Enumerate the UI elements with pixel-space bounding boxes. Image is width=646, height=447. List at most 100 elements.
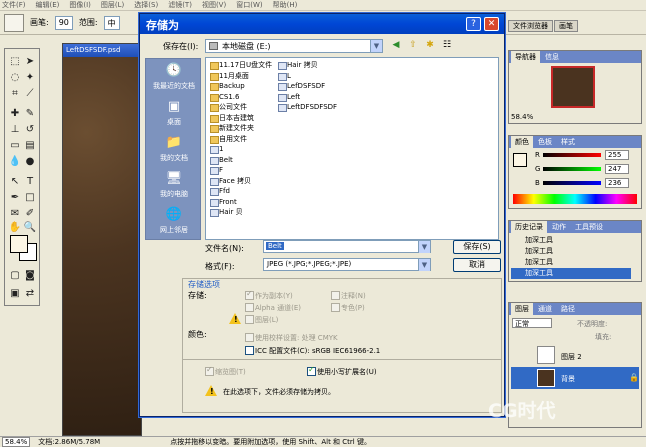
icc-profile-checkbox[interactable]: ICC 配置文件(C): sRGB IEC61966-2.1 xyxy=(245,346,380,356)
file-item[interactable]: LeftDFSDFSDF xyxy=(278,103,337,112)
hand-tool-icon[interactable]: ✋ xyxy=(8,221,22,235)
standard-mode-icon[interactable]: ▢ xyxy=(8,269,22,283)
file-item[interactable]: Ffd xyxy=(210,187,230,196)
history-item[interactable]: 加深工具 xyxy=(525,235,553,245)
file-item[interactable]: LefDSFSDF xyxy=(278,82,325,91)
file-item[interactable]: Hair 拷贝 xyxy=(278,61,318,70)
tab-layers[interactable]: 图层 xyxy=(511,303,533,315)
foreground-color-swatch[interactable] xyxy=(10,235,28,253)
help-button[interactable]: ? xyxy=(466,17,481,31)
save-button[interactable]: 保存(S) xyxy=(453,240,501,254)
layer-row-selected[interactable] xyxy=(511,367,639,389)
tab-tool-presets[interactable]: 工具预设 xyxy=(571,221,607,233)
lowercase-extension-checkbox[interactable]: 使用小写扩展名(U) xyxy=(307,365,377,377)
jump-to-imageready-icon[interactable]: ⇄ xyxy=(23,287,37,301)
color-ramp[interactable] xyxy=(513,194,637,204)
layers-checkbox[interactable]: 图层(L) xyxy=(245,315,278,325)
layer-name[interactable]: 背景 xyxy=(561,374,575,384)
navigator-zoom[interactable]: 58.4% xyxy=(511,113,533,121)
tool-preset-button[interactable] xyxy=(4,13,24,32)
dock-tab-brushes[interactable]: 画笔 xyxy=(554,20,578,32)
proof-setup-checkbox[interactable]: 使用校样设置: 处理 CMYK xyxy=(245,333,338,343)
chevron-down-icon[interactable]: ▼ xyxy=(418,241,430,253)
cancel-button[interactable]: 取消 xyxy=(453,258,501,272)
slice-tool-icon[interactable]: ⟋ xyxy=(23,87,37,101)
file-item[interactable]: Hair 贝 xyxy=(210,208,243,217)
folder-item[interactable]: 自用文件 xyxy=(210,135,247,144)
as-copy-checkbox[interactable]: 作为副本(Y) xyxy=(245,289,293,301)
folder-item[interactable]: 公司文件 xyxy=(210,103,247,112)
tab-color[interactable]: 颜色 xyxy=(511,136,533,148)
folder-item[interactable]: CS1.6 xyxy=(210,93,239,102)
brush-size-picker[interactable]: 90 xyxy=(54,15,73,30)
navigator-preview[interactable] xyxy=(551,66,595,108)
filename-input[interactable]: Belt ▼ xyxy=(263,240,431,253)
folder-item[interactable]: 新建文件夹 xyxy=(210,124,254,133)
brush-tool-icon[interactable]: ✎ xyxy=(23,107,37,121)
dock-tab-file-browser[interactable]: 文件浏览器 xyxy=(508,20,553,32)
view-menu-icon[interactable]: ☷ xyxy=(441,40,453,50)
back-icon[interactable]: ◀ xyxy=(390,40,402,50)
canvas-image[interactable] xyxy=(63,57,141,435)
shape-tool-icon[interactable]: □ xyxy=(23,191,37,205)
pen-tool-icon[interactable]: ✒ xyxy=(8,191,22,205)
file-item[interactable]: 1 xyxy=(210,145,223,154)
clone-stamp-icon[interactable]: ⊥ xyxy=(8,123,22,137)
file-item[interactable]: L xyxy=(278,72,291,81)
annotations-checkbox[interactable]: 注释(N) xyxy=(331,291,366,301)
menu-layer[interactable]: 图层(L) xyxy=(101,0,124,10)
marquee-tool-icon[interactable]: ⬚ xyxy=(8,55,22,69)
place-network[interactable]: 🌐 网上邻居 xyxy=(146,207,202,235)
r-slider[interactable] xyxy=(543,153,601,157)
b-slider[interactable] xyxy=(543,181,601,185)
alpha-channels-checkbox[interactable]: Alpha 通道(E) xyxy=(245,303,301,313)
new-folder-icon[interactable]: ✱ xyxy=(424,40,436,50)
format-select[interactable]: JPEG (*.JPG;*.JPEG;*.JPE) ▼ xyxy=(263,258,431,271)
layer-thumbnail[interactable] xyxy=(537,346,555,364)
menu-view[interactable]: 视图(V) xyxy=(202,0,226,10)
path-selection-icon[interactable]: ↖ xyxy=(8,175,22,189)
chevron-down-icon[interactable]: ▼ xyxy=(370,40,382,52)
zoom-field[interactable]: 58.4% xyxy=(2,437,31,447)
save-in-select[interactable]: 本地磁盘 (E:) ▼ xyxy=(205,39,383,53)
blend-mode-select[interactable]: 正常 xyxy=(512,318,552,328)
tab-history[interactable]: 历史记录 xyxy=(511,221,547,233)
tab-styles[interactable]: 样式 xyxy=(557,136,579,148)
menu-image[interactable]: 图像(I) xyxy=(69,0,91,10)
file-item[interactable]: Front xyxy=(210,198,237,207)
up-folder-icon[interactable]: ⇧ xyxy=(407,40,419,50)
history-brush-icon[interactable]: ↺ xyxy=(23,123,37,137)
close-button[interactable]: ✕ xyxy=(484,17,499,31)
eyedropper-icon[interactable]: ✐ xyxy=(23,207,37,221)
menu-file[interactable]: 文件(F) xyxy=(2,0,26,10)
tab-paths[interactable]: 路径 xyxy=(557,303,579,315)
burn-tool-icon[interactable]: ● xyxy=(23,155,37,169)
notes-tool-icon[interactable]: ✉ xyxy=(8,207,22,221)
screen-mode-icon[interactable]: ▣ xyxy=(8,287,22,301)
menu-select[interactable]: 选择(S) xyxy=(134,0,158,10)
place-desktop[interactable]: ▣ 桌面 xyxy=(146,99,202,127)
file-item[interactable]: Belt xyxy=(210,156,233,165)
zoom-tool-icon[interactable]: 🔍 xyxy=(23,221,37,235)
gradient-tool-icon[interactable]: ▤ xyxy=(23,139,37,153)
b-value[interactable]: 236 xyxy=(605,178,629,188)
chevron-down-icon[interactable]: ▼ xyxy=(418,259,430,271)
document-window[interactable]: LeftDSFSDF.psd xyxy=(62,43,142,436)
g-value[interactable]: 247 xyxy=(605,164,629,174)
place-recent[interactable]: 🕓 我最近的文档 xyxy=(146,63,202,91)
history-item[interactable]: 加深工具 xyxy=(525,257,553,267)
folder-item[interactable]: 11.17日U盘文件 xyxy=(210,61,272,70)
tab-actions[interactable]: 动作 xyxy=(548,221,570,233)
crop-tool-icon[interactable]: ⌗ xyxy=(8,87,22,101)
menu-filter[interactable]: 滤镜(T) xyxy=(168,0,192,10)
history-item-selected[interactable]: 加深工具 xyxy=(511,268,631,279)
file-item[interactable]: F xyxy=(210,166,223,175)
g-slider[interactable] xyxy=(543,167,601,171)
color-fg-swatch[interactable] xyxy=(513,153,527,167)
healing-brush-icon[interactable]: ✚ xyxy=(8,107,22,121)
tab-navigator[interactable]: 导航器 xyxy=(511,51,540,63)
tab-channels[interactable]: 通道 xyxy=(534,303,556,315)
file-item[interactable]: Face 拷贝 xyxy=(210,177,251,186)
folder-item[interactable]: 日本吉建筑 xyxy=(210,114,254,123)
tab-info[interactable]: 信息 xyxy=(541,51,563,63)
